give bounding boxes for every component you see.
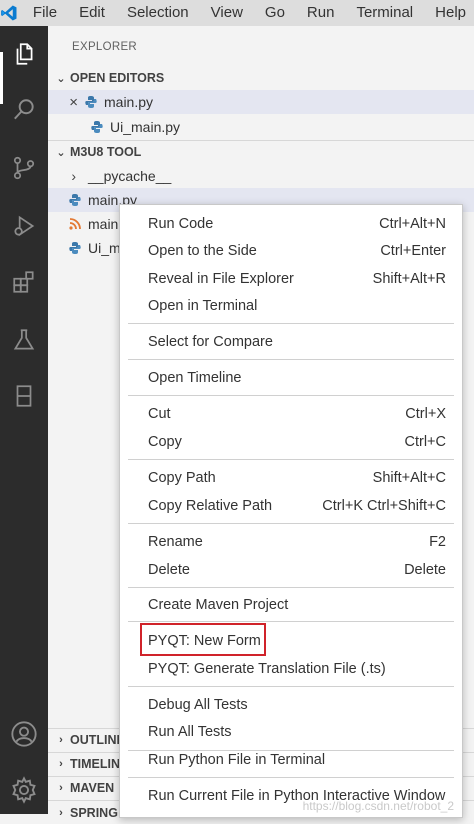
menu-item-reveal-in-explorer[interactable]: Reveal in File Explorer Shift+Alt+R <box>120 265 462 292</box>
section-label: MAVEN <box>70 781 115 795</box>
tree-item-pycache[interactable]: › __pycache__ <box>48 164 474 188</box>
chevron-down-icon: ⌄ <box>56 72 66 85</box>
menu-separator <box>128 621 454 622</box>
red-highlight-box <box>140 623 266 656</box>
menu-separator <box>128 359 454 360</box>
tree-item-label: main <box>88 216 119 232</box>
menu-bar: File Edit Selection View Go Run Terminal… <box>0 0 474 26</box>
menu-terminal[interactable]: Terminal <box>342 0 421 26</box>
chevron-down-icon: ⌄ <box>56 146 66 159</box>
section-label: SPRING <box>70 806 118 820</box>
testing-icon[interactable] <box>8 324 40 356</box>
open-editor-item-ui-main[interactable]: Ui_main.py <box>48 115 474 139</box>
python-file-icon <box>68 241 82 255</box>
search-icon[interactable] <box>8 94 40 126</box>
chevron-right-icon: › <box>59 758 63 770</box>
menu-separator <box>128 459 454 460</box>
menu-item-create-maven-project[interactable]: Create Maven Project <box>120 591 462 618</box>
chevron-right-icon: › <box>59 807 63 819</box>
menu-item-copy[interactable]: Copy Ctrl+C <box>120 428 462 455</box>
menu-separator <box>128 523 454 524</box>
close-icon[interactable]: × <box>48 94 78 111</box>
open-editors-label: OPEN EDITORS <box>70 71 165 85</box>
menu-separator <box>128 323 454 324</box>
active-indicator <box>0 52 3 104</box>
tree-item-label: __pycache__ <box>88 168 172 184</box>
menu-separator <box>128 686 454 687</box>
python-file-icon <box>90 120 104 134</box>
menu-item-run-python-file-in-terminal[interactable]: Run Python File in Terminal <box>120 746 462 773</box>
chevron-right-icon: › <box>59 734 63 746</box>
menu-selection[interactable]: Selection <box>113 0 197 26</box>
chevron-right-icon: › <box>59 782 63 794</box>
menu-item-debug-all-tests[interactable]: Debug All Tests <box>120 691 462 718</box>
menu-separator <box>128 587 454 588</box>
source-control-icon[interactable] <box>8 152 40 184</box>
menu-edit[interactable]: Edit <box>65 0 113 26</box>
project-header[interactable]: ⌄ M3U8 TOOL <box>48 141 474 163</box>
explorer-icon[interactable] <box>8 38 40 70</box>
menu-item-run-code[interactable]: Run Code Ctrl+Alt+N <box>120 210 462 237</box>
menu-item-open-in-terminal[interactable]: Open in Terminal <box>120 292 462 319</box>
menu-item-rename[interactable]: Rename F2 <box>120 528 462 555</box>
menu-separator <box>128 777 454 778</box>
account-icon[interactable] <box>8 718 40 750</box>
menu-item-delete[interactable]: Delete Delete <box>120 556 462 583</box>
chevron-right-icon: › <box>71 168 76 184</box>
open-editor-label: Ui_main.py <box>110 119 181 135</box>
open-editor-label: main.py <box>104 94 154 110</box>
watermark: https://blog.csdn.net/robot_2 <box>302 799 454 813</box>
section-label: OUTLINE <box>70 733 125 747</box>
menu-item-copy-path[interactable]: Copy Path Shift+Alt+C <box>120 464 462 491</box>
menu-file[interactable]: File <box>19 0 65 26</box>
tree-item-label: Ui_m <box>88 240 121 256</box>
menu-item-open-to-side[interactable]: Open to the Side Ctrl+Enter <box>120 237 462 264</box>
rss-file-icon <box>68 217 82 231</box>
sidebar-title: EXPLORER <box>72 41 138 53</box>
menu-item-pyqt-generate-translation[interactable]: PYQT: Generate Translation File (.ts) <box>120 655 462 682</box>
run-debug-icon[interactable] <box>8 210 40 242</box>
remote-icon[interactable] <box>8 380 40 412</box>
menu-go[interactable]: Go <box>251 0 293 26</box>
menu-item-cut[interactable]: Cut Ctrl+X <box>120 400 462 427</box>
context-menu: Run Code Ctrl+Alt+N Open to the Side Ctr… <box>119 204 463 818</box>
python-file-icon <box>68 193 82 207</box>
settings-gear-icon[interactable] <box>8 774 40 806</box>
extensions-icon[interactable] <box>8 266 40 298</box>
activity-bar <box>0 26 48 814</box>
open-editor-item-main[interactable]: × main.py <box>48 90 474 114</box>
project-label: M3U8 TOOL <box>70 145 142 159</box>
menu-item-copy-relative-path[interactable]: Copy Relative Path Ctrl+K Ctrl+Shift+C <box>120 492 462 519</box>
menu-item-open-timeline[interactable]: Open Timeline <box>120 364 462 391</box>
vscode-logo-icon <box>0 0 19 26</box>
python-file-icon <box>84 95 98 109</box>
open-editors-header[interactable]: ⌄ OPEN EDITORS <box>48 67 474 89</box>
menu-separator <box>128 395 454 396</box>
menu-run[interactable]: Run <box>293 0 343 26</box>
menu-item-select-for-compare[interactable]: Select for Compare <box>120 328 462 355</box>
menu-item-run-all-tests[interactable]: Run All Tests <box>120 718 462 745</box>
menu-view[interactable]: View <box>197 0 251 26</box>
menu-help[interactable]: Help <box>421 0 474 26</box>
